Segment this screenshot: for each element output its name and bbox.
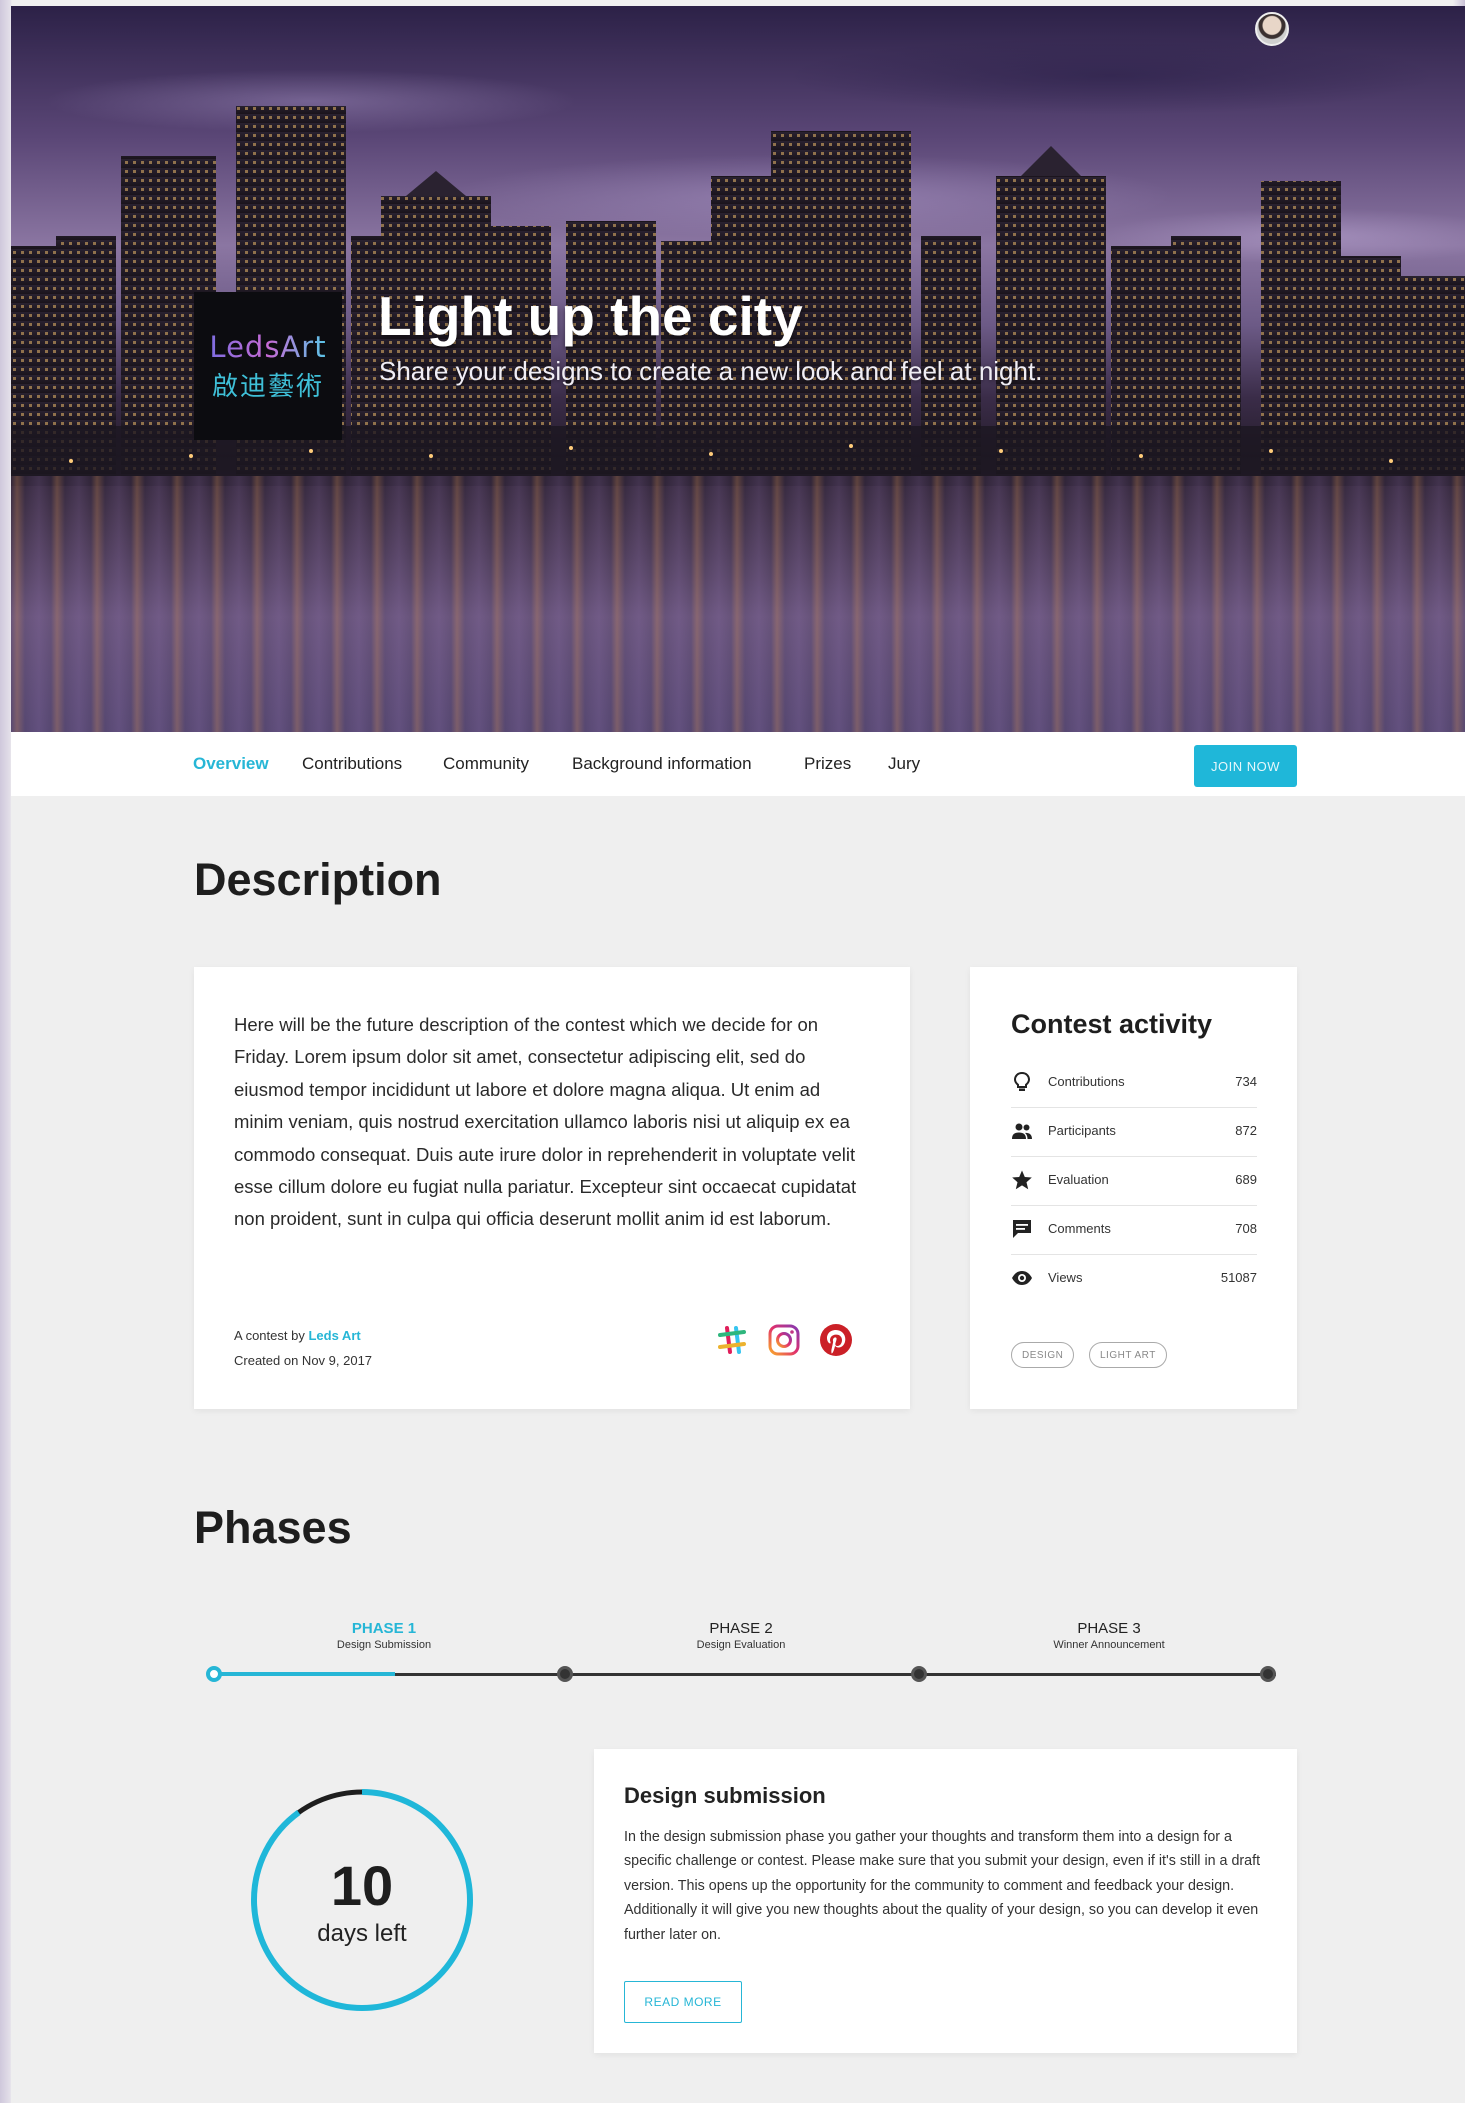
ledsart-logo: LedsArt 啟迪藝術 [194, 292, 342, 440]
countdown-number: 10 [330, 1854, 394, 1917]
phase-3-label[interactable]: PHASE 3 Winner Announcement [999, 1620, 1219, 1651]
countdown-ring: 10 days left [247, 1785, 477, 2015]
user-avatar[interactable] [1255, 12, 1289, 46]
activity-row-views: Views 51087 [1011, 1254, 1257, 1303]
submission-body: In the design submission phase you gathe… [624, 1829, 1261, 1943]
phase-2-dot[interactable] [557, 1666, 573, 1682]
eye-icon [1012, 1271, 1032, 1285]
phases-heading: Phases [194, 1502, 352, 1553]
phase-name: PHASE 1 [351, 1620, 417, 1637]
people-icon [1012, 1123, 1032, 1139]
star-icon [1012, 1170, 1032, 1190]
activity-row-contributions: Contributions 734 [1011, 1058, 1257, 1108]
contest-by-label: A contest by [234, 1328, 305, 1343]
activity-row-comments: Comments 708 [1011, 1205, 1257, 1255]
pinterest-icon[interactable] [818, 1322, 854, 1358]
activity-value: 689 [1235, 1172, 1257, 1187]
phase-subtitle: Design Evaluation [696, 1639, 786, 1651]
activity-label: Evaluation [1048, 1172, 1109, 1187]
activity-value: 734 [1235, 1074, 1257, 1089]
contest-title: Light up the city [378, 285, 803, 347]
activity-title: Contest activity [1011, 1009, 1213, 1039]
join-now-button[interactable]: JOIN NOW [1194, 745, 1297, 787]
tab-jury[interactable]: Jury [888, 754, 920, 774]
phase-1-dot[interactable] [206, 1666, 222, 1682]
phase-end-dot[interactable] [1260, 1666, 1276, 1682]
lightbulb-icon [1013, 1071, 1031, 1091]
contest-nav-bar: Overview Contributions Community Backgro… [11, 732, 1465, 796]
design-submission-card: Design submission In the design submissi… [594, 1749, 1297, 2053]
logo-text-chinese: 啟迪藝術 [211, 371, 324, 402]
river-reflection [11, 476, 1465, 732]
contest-activity-card: Contest activity Contributions 734 Parti… [970, 967, 1297, 1409]
phase-name: PHASE 2 [709, 1620, 773, 1637]
read-more-button[interactable]: READ MORE [624, 1981, 742, 2023]
phase-name: PHASE 3 [1077, 1620, 1141, 1637]
organizer-link[interactable]: Leds Art [308, 1328, 360, 1343]
tab-prizes[interactable]: Prizes [804, 754, 851, 774]
submission-title: Design submission [624, 1783, 826, 1808]
tab-community[interactable]: Community [443, 754, 529, 774]
logo-text-latin: LedsArt [209, 329, 327, 364]
activity-label: Participants [1048, 1123, 1116, 1138]
activity-value: 51087 [1220, 1270, 1257, 1285]
activity-label: Comments [1048, 1221, 1111, 1236]
activity-value: 872 [1235, 1123, 1257, 1138]
phase-subtitle: Design Submission [336, 1639, 432, 1651]
description-card: Here will be the future description of t… [194, 967, 910, 1409]
tag-light-art[interactable]: LIGHT ART [1089, 1342, 1167, 1368]
created-date: Created on Nov 9, 2017 [234, 1353, 373, 1368]
tag-design[interactable]: DESIGN [1011, 1342, 1075, 1368]
phase-3-dot[interactable] [911, 1666, 927, 1682]
phase-subtitle: Winner Announcement [1053, 1639, 1165, 1651]
page: LedsArt 啟迪藝術 Light up the city Share you… [11, 6, 1465, 2103]
tab-overview[interactable]: Overview [193, 754, 269, 774]
activity-label: Views [1048, 1270, 1083, 1285]
activity-value: 708 [1235, 1221, 1257, 1236]
activity-row-participants: Participants 872 [1011, 1107, 1257, 1157]
description-heading: Description [194, 854, 442, 905]
slack-icon[interactable] [714, 1322, 750, 1358]
phase-1-label[interactable]: PHASE 1 Design Submission [274, 1620, 494, 1651]
description-body: Here will be the future description of t… [234, 1014, 857, 1230]
phase-timeline-progress [215, 1672, 395, 1676]
hero-banner: LedsArt 啟迪藝術 Light up the city Share you… [11, 6, 1465, 732]
instagram-icon[interactable] [766, 1322, 802, 1358]
comment-icon [1013, 1220, 1031, 1238]
tab-background-information[interactable]: Background information [572, 754, 752, 774]
tab-contributions[interactable]: Contributions [302, 754, 402, 774]
countdown-unit: days left [317, 1920, 407, 1947]
contest-meta: A contest by Leds Art Created on Nov 9, … [234, 1323, 372, 1373]
contest-subtitle: Share your designs to create a new look … [379, 356, 1043, 386]
activity-label: Contributions [1048, 1074, 1125, 1089]
phase-2-label[interactable]: PHASE 2 Design Evaluation [631, 1620, 851, 1651]
activity-row-evaluation: Evaluation 689 [1011, 1156, 1257, 1206]
